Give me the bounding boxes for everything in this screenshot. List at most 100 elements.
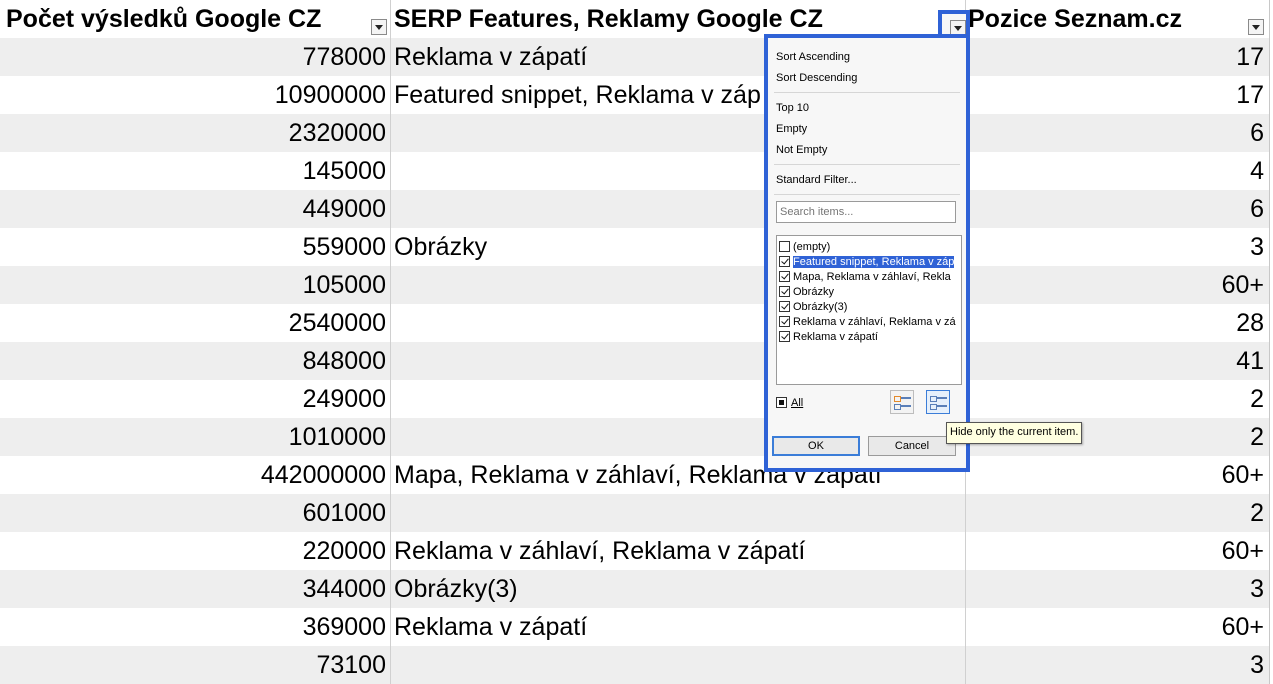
list-item[interactable]: Reklama v záhlaví, Reklama v zá xyxy=(779,315,956,330)
table-cell[interactable]: 145000 xyxy=(0,152,386,190)
all-checkbox-row[interactable]: All xyxy=(776,395,803,411)
table-cell[interactable]: 3 xyxy=(966,570,1264,608)
checkbox[interactable] xyxy=(779,256,790,267)
table-cell[interactable]: 10900000 xyxy=(0,76,386,114)
table-cell[interactable]: Reklama v zápatí xyxy=(394,608,964,646)
hide-current-only-button[interactable] xyxy=(926,390,950,414)
list-line-icon xyxy=(901,397,911,399)
select-current-only-button[interactable] xyxy=(890,390,914,414)
ok-button[interactable]: OK xyxy=(772,436,860,456)
column-header-serp-features[interactable]: SERP Features, Reklamy Google CZ xyxy=(390,0,966,38)
empty-item[interactable]: Empty xyxy=(776,121,807,137)
table-cell[interactable]: 2320000 xyxy=(0,114,386,152)
checkbox[interactable] xyxy=(779,331,790,342)
table-cell[interactable]: 105000 xyxy=(0,266,386,304)
autofilter-dropdown-button[interactable] xyxy=(1248,19,1264,35)
table-cell[interactable]: 2540000 xyxy=(0,304,386,342)
table-cell[interactable]: Reklama v záhlaví, Reklama v zápatí xyxy=(394,532,964,570)
table-cell[interactable]: 73100 xyxy=(0,646,386,684)
table-row[interactable]: 220000 Reklama v záhlaví, Reklama v zápat… xyxy=(0,532,1273,570)
table-cell[interactable]: Obrázky(3) xyxy=(394,570,964,608)
table-row[interactable]: 10900000 Featured snippet, Reklama v záp 1… xyxy=(0,76,1273,114)
table-cell[interactable]: 41 xyxy=(966,342,1264,380)
column-header-label: Pozice Seznam.cz xyxy=(968,5,1182,33)
table-cell[interactable]: 28 xyxy=(966,304,1264,342)
table-cell[interactable]: 6 xyxy=(966,190,1264,228)
table-row[interactable]: 2320000 6 xyxy=(0,114,1273,152)
checkbox[interactable] xyxy=(779,316,790,327)
cancel-button[interactable]: Cancel xyxy=(868,436,956,456)
table-cell[interactable]: 344000 xyxy=(0,570,386,608)
checkbox-icon xyxy=(894,396,901,402)
autofilter-dropdown-button[interactable] xyxy=(371,19,387,35)
standard-filter-item[interactable]: Standard Filter... xyxy=(776,172,857,188)
table-cell[interactable]: 60+ xyxy=(966,456,1264,494)
table-row[interactable]: 344000 Obrázky(3) 3 xyxy=(0,570,1273,608)
column-header-label: SERP Features, Reklamy Google CZ xyxy=(394,5,823,33)
table-row[interactable]: 601000 2 xyxy=(0,494,1273,532)
list-item[interactable]: Mapa, Reklama v záhlaví, Rekla xyxy=(779,270,951,285)
table-cell[interactable]: 17 xyxy=(966,38,1264,76)
table-row[interactable]: 249000 2 xyxy=(0,380,1273,418)
table-row[interactable]: 105000 60+ xyxy=(0,266,1273,304)
table-row[interactable]: 442000000 Mapa, Reklama v záhlaví, Reklam… xyxy=(0,456,1273,494)
table-cell[interactable]: 249000 xyxy=(0,380,386,418)
table-cell[interactable]: 1010000 xyxy=(0,418,386,456)
table-row[interactable]: 145000 4 xyxy=(0,152,1273,190)
menu-separator xyxy=(774,164,960,165)
table-cell[interactable]: 60+ xyxy=(966,266,1264,304)
column-header-seznam-position[interactable]: Pozice Seznam.cz xyxy=(966,0,1269,38)
list-line-icon xyxy=(901,405,911,407)
table-row[interactable]: 73100 3 xyxy=(0,646,1273,684)
table-cell[interactable]: 3 xyxy=(966,228,1264,266)
table-cell[interactable]: 559000 xyxy=(0,228,386,266)
column-header-results-count[interactable]: Počet výsledků Google CZ xyxy=(0,0,390,38)
checkbox[interactable] xyxy=(779,241,790,252)
filter-values-list[interactable]: (empty) Featured snippet, Reklama v záp Ma… xyxy=(776,235,962,385)
search-items-input[interactable] xyxy=(776,201,956,223)
column-header-label: Počet výsledků Google CZ xyxy=(6,5,322,33)
top-10-item[interactable]: Top 10 xyxy=(776,100,809,116)
list-line-icon xyxy=(937,397,947,399)
list-item[interactable]: Obrázky(3) xyxy=(779,300,847,315)
table-cell[interactable]: 3 xyxy=(966,646,1264,684)
table-cell[interactable]: 6 xyxy=(966,114,1264,152)
menu-separator xyxy=(774,92,960,93)
table-row[interactable]: 848000 41 xyxy=(0,342,1273,380)
table-row[interactable]: 2540000 28 xyxy=(0,304,1273,342)
table-cell[interactable]: 449000 xyxy=(0,190,386,228)
table-cell[interactable]: 17 xyxy=(966,76,1264,114)
all-checkbox[interactable] xyxy=(776,397,787,408)
list-line-icon xyxy=(937,405,947,407)
list-item[interactable]: Reklama v zápatí xyxy=(779,330,878,345)
sort-descending-item[interactable]: Sort Descending xyxy=(776,70,857,86)
table-cell[interactable]: 60+ xyxy=(966,532,1264,570)
not-empty-item[interactable]: Not Empty xyxy=(776,142,827,158)
table-cell[interactable]: 848000 xyxy=(0,342,386,380)
list-item[interactable]: Featured snippet, Reklama v záp xyxy=(779,255,955,270)
sort-ascending-item[interactable]: Sort Ascending xyxy=(776,49,850,65)
table-cell[interactable]: 442000000 xyxy=(0,456,386,494)
checkbox[interactable] xyxy=(779,286,790,297)
table-row[interactable]: 449000 6 xyxy=(0,190,1273,228)
table-row[interactable]: 369000 Reklama v zápatí 60+ xyxy=(0,608,1273,646)
table-cell[interactable]: 60+ xyxy=(966,608,1264,646)
table-cell[interactable]: 778000 xyxy=(0,38,386,76)
table-cell[interactable]: 4 xyxy=(966,152,1264,190)
list-item[interactable]: (empty) xyxy=(779,240,830,255)
table-cell[interactable]: 369000 xyxy=(0,608,386,646)
list-item[interactable]: Obrázky xyxy=(779,285,834,300)
checkbox-icon xyxy=(930,396,937,402)
next-column-edge xyxy=(1269,0,1273,684)
checkbox[interactable] xyxy=(779,271,790,282)
table-cell[interactable]: 2 xyxy=(966,494,1264,532)
table-row[interactable]: 778000 Reklama v zápatí 17 xyxy=(0,38,1273,76)
all-label: All xyxy=(791,397,804,409)
checkbox[interactable] xyxy=(779,301,790,312)
table-cell[interactable]: 2 xyxy=(966,380,1264,418)
table-cell[interactable]: 601000 xyxy=(0,494,386,532)
autofilter-popup: Sort Ascending Sort Descending Top 10 Em… xyxy=(764,34,970,472)
table-cell[interactable]: 220000 xyxy=(0,532,386,570)
table-row[interactable]: 559000 Obrázky 3 xyxy=(0,228,1273,266)
list-item-label: Mapa, Reklama v záhlaví, Rekla xyxy=(793,271,951,283)
